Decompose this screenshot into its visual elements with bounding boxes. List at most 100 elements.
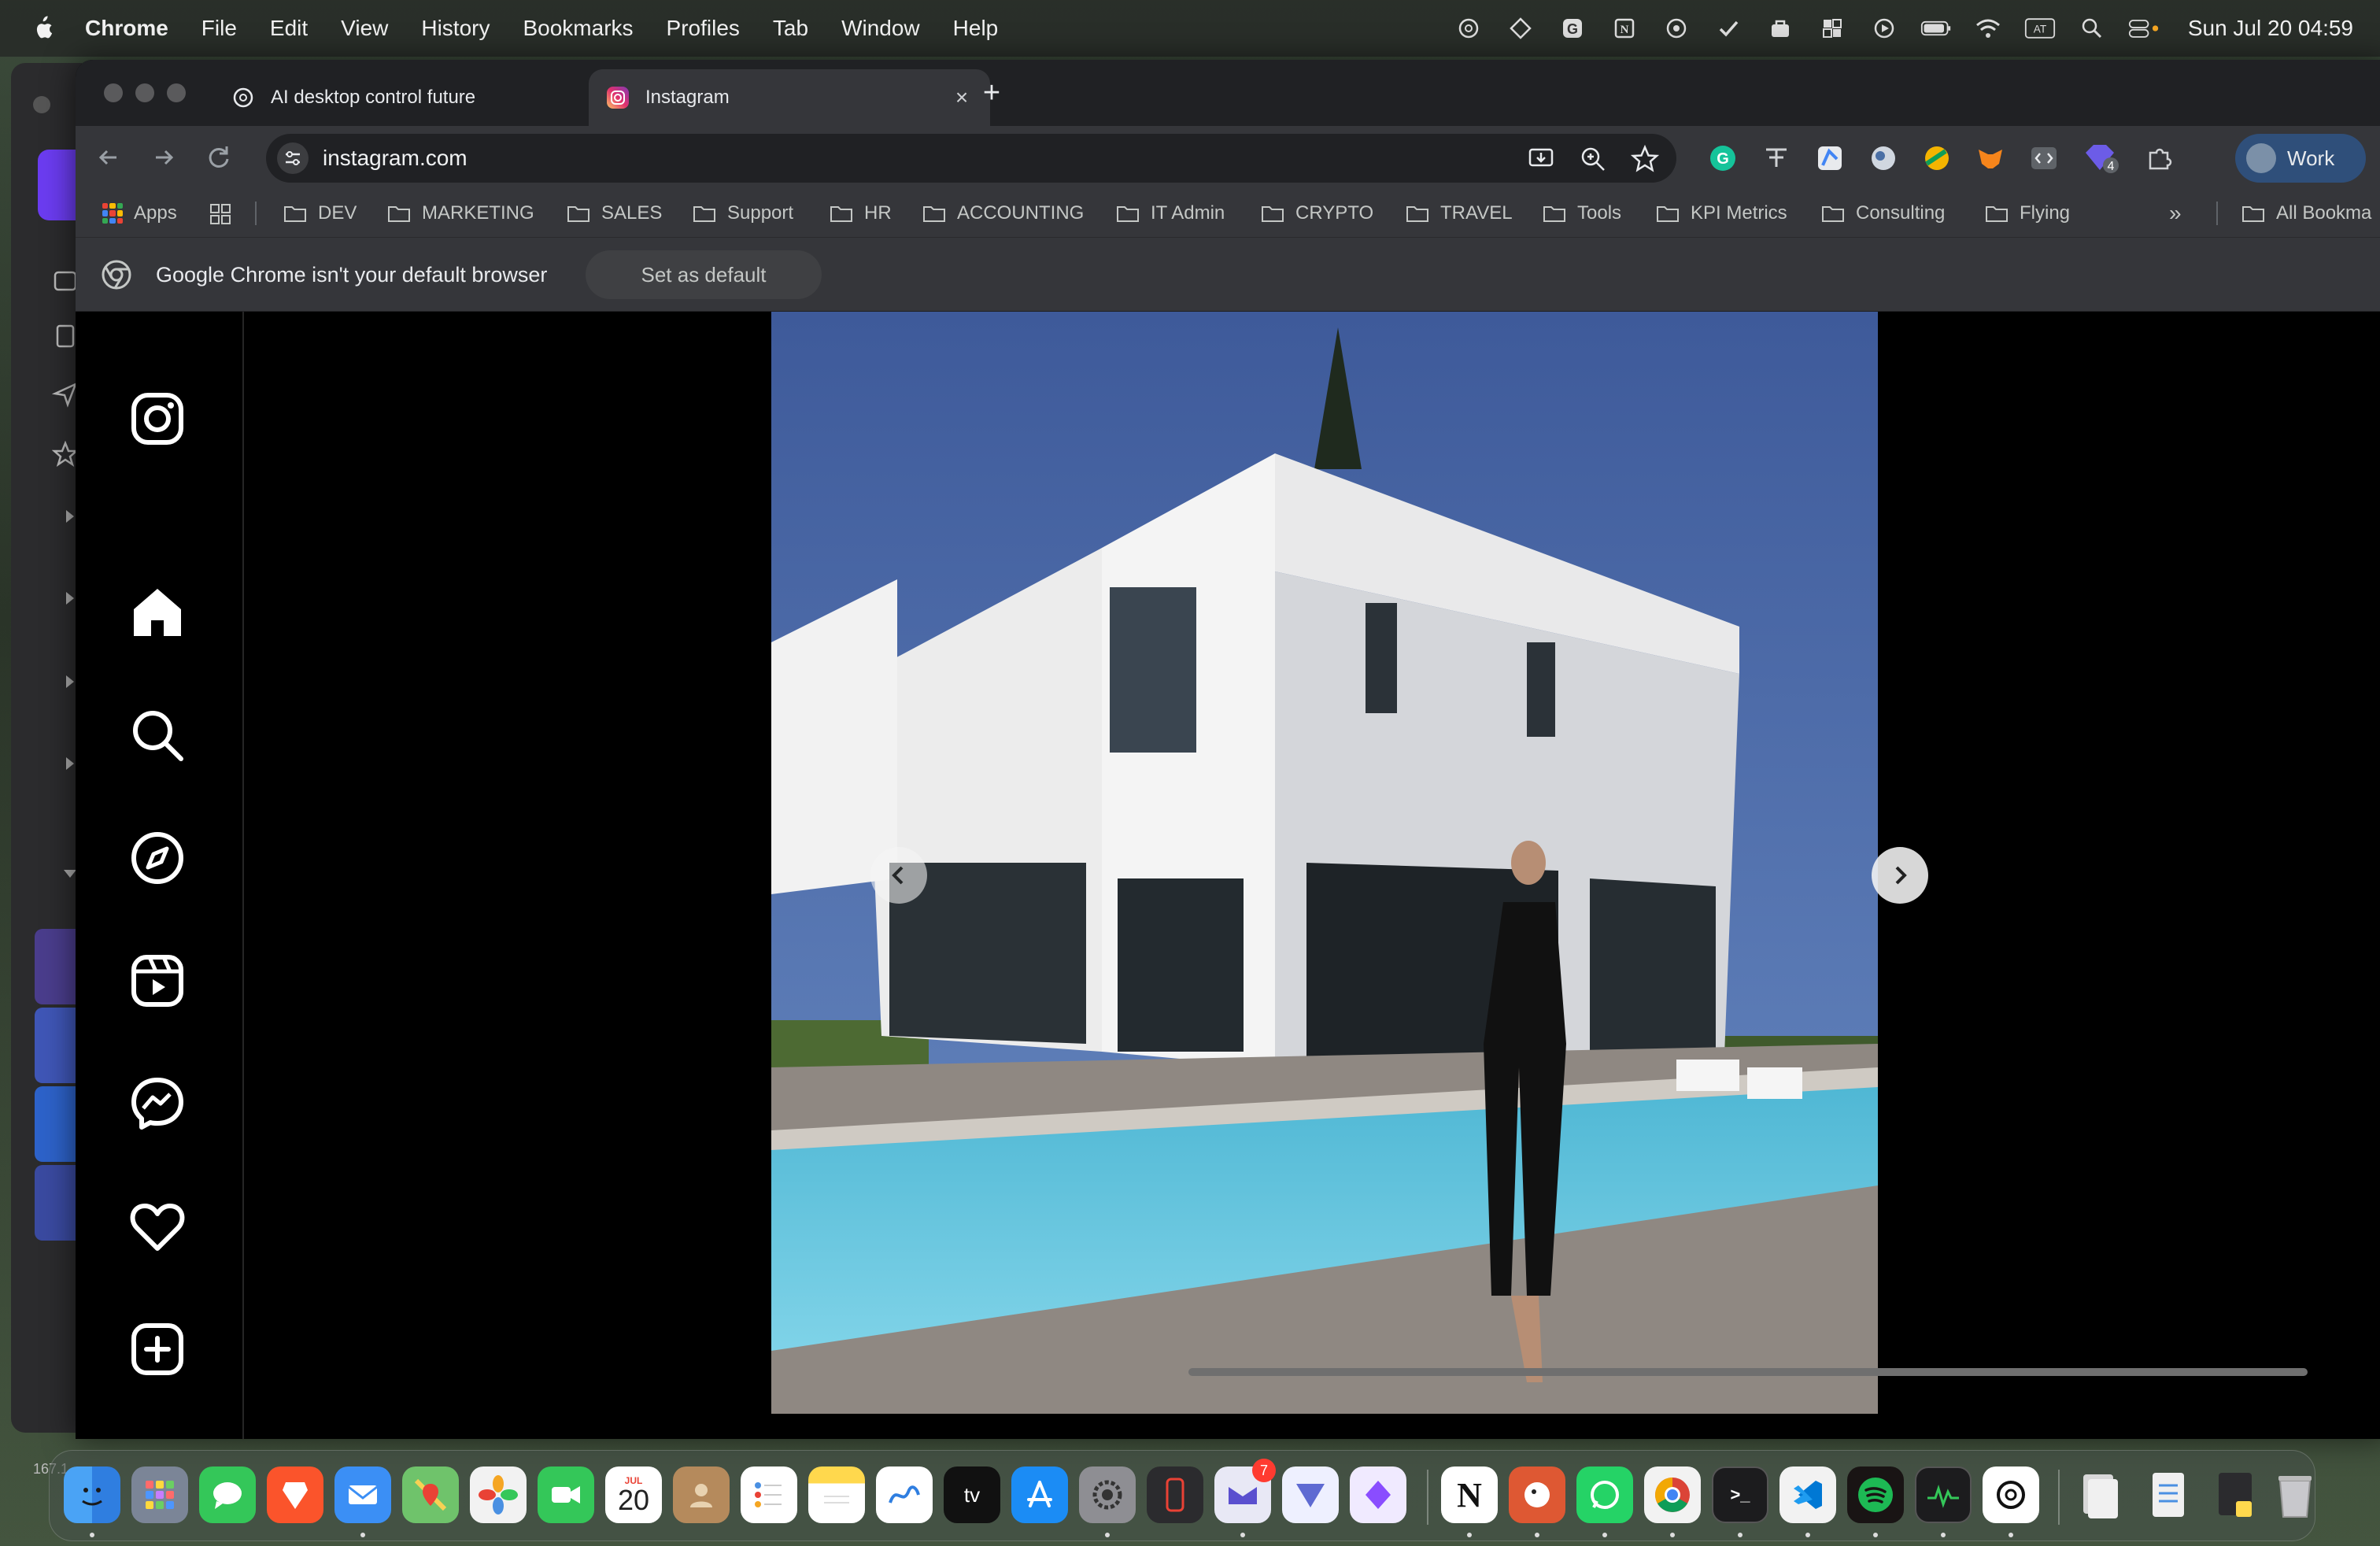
dock-messages[interactable] (199, 1466, 256, 1523)
dock-tv[interactable]: tv (944, 1466, 1000, 1523)
zoom-icon[interactable] (1579, 145, 1607, 173)
menu-tab[interactable]: Tab (773, 16, 808, 41)
dock-trash[interactable] (2275, 1466, 2315, 1523)
grid-icon[interactable] (1816, 13, 1848, 44)
search-icon[interactable] (2076, 13, 2108, 44)
dock-contacts[interactable] (673, 1466, 730, 1523)
menu-bookmarks[interactable]: Bookmarks (523, 16, 633, 41)
dock-facetime[interactable] (538, 1466, 594, 1523)
messenger-icon[interactable] (128, 1074, 187, 1134)
bookmark-folder-consulting[interactable]: Consulting (1821, 200, 1945, 227)
tab-instagram[interactable]: Instagram × (589, 69, 990, 126)
bookmark-star-icon[interactable] (1631, 145, 1659, 173)
menu-view[interactable]: View (341, 16, 388, 41)
dock-notion[interactable]: N (1441, 1466, 1498, 1523)
grammarly-icon[interactable]: G (1557, 13, 1588, 44)
document-icon[interactable] (52, 323, 79, 350)
dock-duckduckgo[interactable] (1509, 1466, 1565, 1523)
translate-extension-icon[interactable] (1761, 143, 1791, 173)
bag-icon[interactable] (1765, 13, 1796, 44)
perplexity-icon[interactable] (1505, 13, 1536, 44)
carousel-next-button[interactable] (1872, 847, 1928, 904)
address-bar[interactable]: instagram.com (266, 134, 1676, 183)
menubar-clock[interactable]: Sun Jul 20 04:59 (2188, 16, 2353, 41)
background-app-window[interactable]: 167.1 (11, 63, 82, 1477)
dock-linear[interactable] (1282, 1466, 1339, 1523)
collapse-arrow-icon[interactable] (64, 870, 76, 878)
close-window-button[interactable] (104, 83, 123, 102)
brain-extension-icon[interactable] (1868, 143, 1898, 173)
at-sign-icon[interactable] (1661, 13, 1692, 44)
bookmark-folder-kpi-metrics[interactable]: KPI Metrics (1656, 200, 1787, 227)
close-tab-button[interactable]: × (951, 87, 973, 109)
send-icon[interactable] (52, 381, 79, 408)
bookmarks-overflow-button[interactable]: » (2169, 200, 2182, 227)
site-settings-icon[interactable] (277, 142, 309, 174)
dock-spotify[interactable] (1847, 1466, 1904, 1523)
bookmark-folder-hr[interactable]: HR (830, 200, 892, 227)
control-center-icon[interactable] (2128, 13, 2160, 44)
dock-mail[interactable] (334, 1466, 391, 1523)
dock-vscode[interactable] (1779, 1466, 1836, 1523)
reload-icon[interactable] (203, 142, 235, 173)
heart-icon[interactable] (128, 1196, 187, 1256)
carousel-prev-button[interactable] (870, 847, 927, 904)
star-icon[interactable] (52, 441, 79, 468)
url-text[interactable]: instagram.com (323, 146, 468, 171)
new-tab-button[interactable]: + (974, 76, 1009, 110)
all-bookmarks-button[interactable]: All Bookma (2241, 200, 2371, 227)
extensions-puzzle-icon[interactable] (2145, 143, 2175, 173)
dock-app-store[interactable] (1011, 1466, 1068, 1523)
dock-finder[interactable] (64, 1466, 120, 1523)
expand-arrow-icon[interactable] (66, 757, 74, 770)
dock-chrome[interactable] (1644, 1466, 1701, 1523)
instagram-logo-icon[interactable] (128, 389, 187, 449)
dock-calendar[interactable]: JUL 20 (605, 1466, 662, 1523)
chatgpt-icon[interactable] (1453, 13, 1484, 44)
dock-brave[interactable] (267, 1466, 323, 1523)
maps-extension-icon[interactable] (1815, 143, 1845, 173)
dock-downloads-stack[interactable] (2072, 1466, 2129, 1523)
horizontal-scrollbar[interactable] (1188, 1368, 2308, 1376)
dock-launchpad[interactable] (131, 1466, 188, 1523)
dock-system-settings[interactable] (1079, 1466, 1136, 1523)
menu-file[interactable]: File (201, 16, 237, 41)
install-app-icon[interactable] (1527, 145, 1555, 173)
bookmark-folder-travel[interactable]: TRAVEL (1406, 200, 1513, 227)
bookmark-folder-tools[interactable]: Tools (1543, 200, 1621, 227)
expand-arrow-icon[interactable] (66, 675, 74, 688)
bookmark-folder-accounting[interactable]: ACCOUNTING (922, 200, 1084, 227)
metamask-extension-icon[interactable] (1975, 143, 2005, 173)
keyboard-input-icon[interactable]: AT (2024, 13, 2056, 44)
forward-arrow-icon[interactable] (148, 142, 179, 173)
home-icon[interactable] (128, 583, 187, 642)
tab-groups-icon[interactable] (209, 203, 231, 225)
bookmark-folder-flying[interactable]: Flying (1985, 200, 2070, 227)
inbox-icon[interactable] (52, 268, 79, 294)
menu-history[interactable]: History (421, 16, 490, 41)
dock-activity-monitor[interactable] (1915, 1466, 1972, 1523)
dock-photos[interactable] (470, 1466, 527, 1523)
bookmark-folder-support[interactable]: Support (693, 200, 793, 227)
apple-logo-icon[interactable] (31, 16, 54, 41)
dock-chatgpt[interactable] (1983, 1466, 2039, 1523)
background-app-thumbnail[interactable] (35, 1086, 82, 1162)
gem-extension-icon[interactable]: 4 (2082, 140, 2120, 175)
set-as-default-button[interactable]: Set as default (586, 250, 822, 299)
dock-notes[interactable] (808, 1466, 865, 1523)
dock-freeform[interactable] (876, 1466, 933, 1523)
code-extension-icon[interactable] (2029, 143, 2059, 173)
check-icon[interactable] (1713, 13, 1744, 44)
bookmark-folder-marketing[interactable]: MARKETING (387, 200, 534, 227)
dock-whatsapp[interactable] (1576, 1466, 1633, 1523)
expand-arrow-icon[interactable] (66, 592, 74, 605)
background-app-thumbnail[interactable] (35, 1165, 82, 1241)
back-arrow-icon[interactable] (93, 142, 124, 173)
menu-help[interactable]: Help (953, 16, 999, 41)
search-icon[interactable] (128, 705, 187, 765)
bookmark-folder-dev[interactable]: DEV (283, 200, 357, 227)
profile-button[interactable]: Work (2235, 134, 2366, 183)
dock-recent-stack[interactable] (2208, 1466, 2264, 1523)
battery-icon[interactable] (1920, 13, 1952, 44)
dock-maps[interactable] (402, 1466, 459, 1523)
